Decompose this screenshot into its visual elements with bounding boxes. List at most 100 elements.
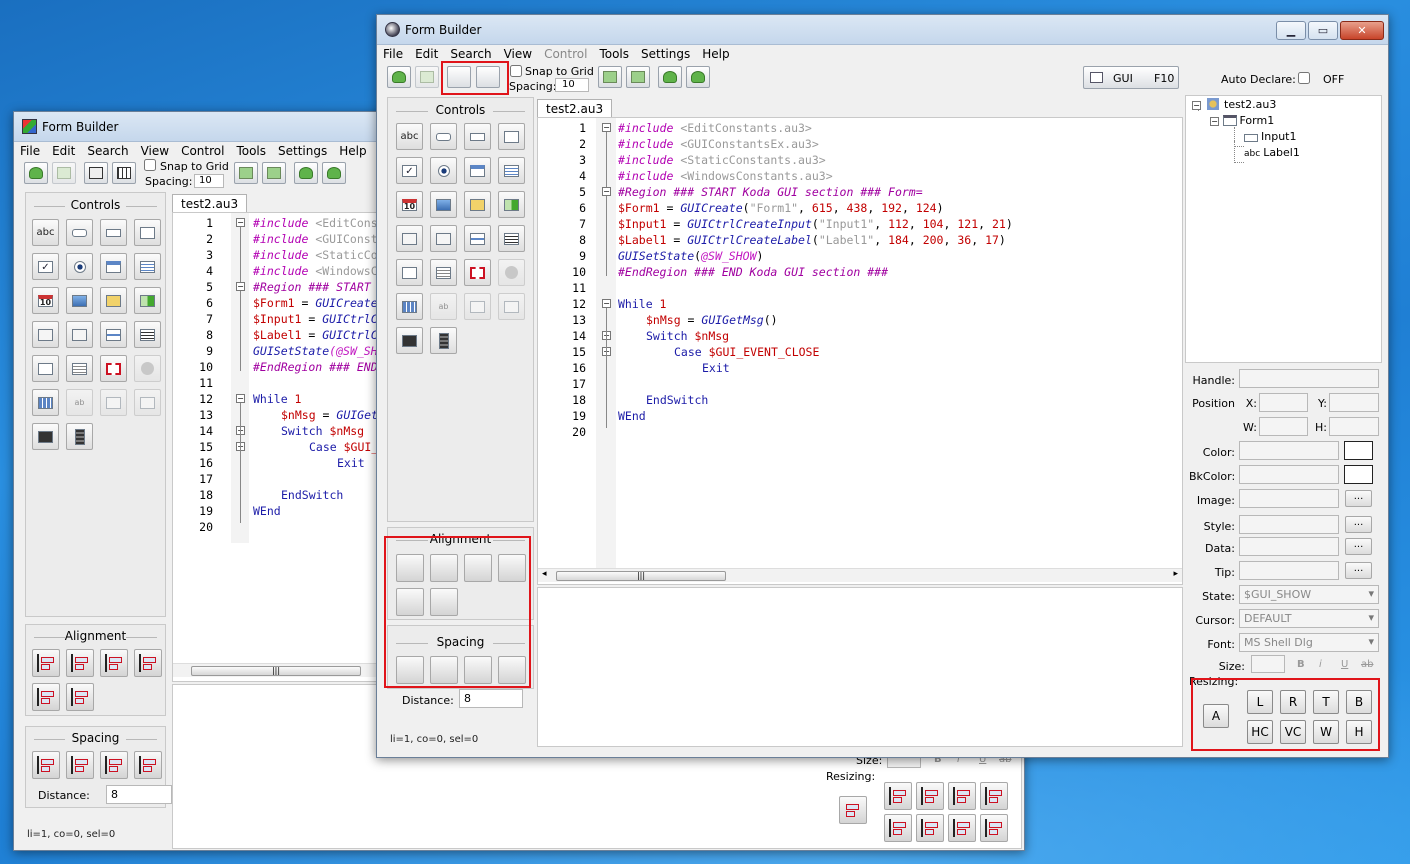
radio-control-button[interactable] — [430, 157, 457, 184]
disabled-control-button-1[interactable] — [464, 293, 491, 320]
hscroll-thumb[interactable]: ||| — [556, 571, 726, 581]
fold-toggle[interactable]: − — [602, 187, 611, 196]
back-resize-h-button[interactable] — [980, 814, 1008, 842]
list-control-button[interactable] — [498, 157, 525, 184]
y-field[interactable] — [1329, 393, 1379, 412]
back-pic-control[interactable] — [66, 287, 93, 314]
back-input-control[interactable] — [100, 219, 127, 246]
graphic-control-button[interactable] — [396, 327, 423, 354]
back-menu-search[interactable]: Search — [81, 142, 134, 160]
back-editor-tab[interactable]: test2.au3 — [172, 194, 248, 213]
back-resize-vc-button[interactable] — [916, 814, 944, 842]
redo-button[interactable] — [686, 66, 710, 88]
new-form-button[interactable] — [387, 66, 411, 88]
menu-control[interactable]: Control — [538, 45, 593, 63]
menu-help[interactable]: Help — [696, 45, 735, 63]
spacing-input[interactable]: 10 — [555, 78, 589, 92]
back-undo-button[interactable] — [294, 162, 318, 184]
updown-control-button[interactable] — [430, 225, 457, 252]
back-align-right-button[interactable] — [66, 649, 94, 677]
ab-control-button[interactable]: ab — [430, 293, 457, 320]
bkcolor-field[interactable] — [1239, 465, 1339, 484]
back-slider-control[interactable] — [100, 321, 127, 348]
color-swatch[interactable] — [1344, 441, 1373, 460]
back-dot-control[interactable] — [134, 355, 161, 382]
font-select[interactable]: MS Shell Dlg — [1239, 633, 1379, 652]
back-ab-control[interactable]: ab — [66, 389, 93, 416]
back-treeview-control[interactable] — [134, 321, 161, 348]
back-progress-control[interactable] — [134, 287, 161, 314]
back-align-grid-button[interactable] — [234, 162, 258, 184]
back-grid-control[interactable] — [32, 389, 59, 416]
listview-control-button[interactable] — [430, 259, 457, 286]
back-align-vcenter-button[interactable] — [66, 683, 94, 711]
grid-control-button[interactable] — [396, 293, 423, 320]
menu-file[interactable]: File — [377, 45, 409, 63]
back-layout-button[interactable] — [84, 162, 108, 184]
minimize-icon[interactable]: ▁ — [1276, 21, 1306, 40]
tree-node-label[interactable]: abc Label1 — [1244, 146, 1300, 159]
auto-declare-checkbox[interactable] — [1298, 72, 1310, 84]
italic-toggle[interactable]: i — [1319, 659, 1322, 670]
bold-toggle[interactable]: B — [1297, 659, 1305, 670]
back-save-button[interactable] — [52, 162, 76, 184]
back-distance-input[interactable]: 8 — [106, 785, 172, 804]
maximize-icon[interactable]: ▭ — [1308, 21, 1338, 40]
back-grid-button[interactable] — [112, 162, 136, 184]
font-size-field[interactable] — [1251, 655, 1285, 673]
icon-control-button[interactable] — [464, 191, 491, 218]
back-resize-right-button[interactable] — [916, 782, 944, 810]
editor-hscroll[interactable]: ◂ ||| ▸ — [538, 568, 1182, 582]
cursor-select[interactable]: DEFAULT — [1239, 609, 1379, 628]
custom-control-button[interactable] — [464, 259, 491, 286]
tree-node-input[interactable]: Input1 — [1244, 130, 1296, 143]
tip-field[interactable] — [1239, 561, 1339, 580]
tree-node-form[interactable]: − Form1 — [1210, 114, 1274, 127]
back-resize-w-button[interactable] — [948, 814, 976, 842]
back-updown-control[interactable] — [66, 321, 93, 348]
back-center-button[interactable] — [262, 162, 286, 184]
back-date-control[interactable]: 10 — [32, 287, 59, 314]
back-space-eq-h-button[interactable] — [100, 751, 128, 779]
back-spacing-input[interactable]: 10 — [194, 174, 224, 188]
back-graphic-control[interactable] — [32, 423, 59, 450]
output-pane[interactable] — [537, 587, 1183, 747]
back-icon-control[interactable] — [100, 287, 127, 314]
date-control-button[interactable]: 10 — [396, 191, 423, 218]
save-button[interactable] — [415, 66, 439, 88]
back-tab-control[interactable] — [32, 321, 59, 348]
checkbox-control-button[interactable] — [396, 157, 423, 184]
combo-control-button[interactable] — [396, 259, 423, 286]
back-resize-anchor-button[interactable] — [839, 796, 867, 824]
back-checkbox-control[interactable] — [32, 253, 59, 280]
picture-control-button[interactable] — [430, 191, 457, 218]
back-avi-control[interactable] — [66, 423, 93, 450]
menu-tools[interactable]: Tools — [593, 45, 635, 63]
undo-button[interactable] — [658, 66, 682, 88]
back-menu-settings[interactable]: Settings — [272, 142, 333, 160]
back-resize-left-button[interactable] — [884, 782, 912, 810]
tip-browse-button[interactable]: ... — [1345, 562, 1372, 579]
button-control-button[interactable] — [430, 123, 457, 150]
group-control-button[interactable] — [464, 157, 491, 184]
fold-toggle[interactable]: − — [602, 299, 611, 308]
data-browse-button[interactable]: ... — [1345, 538, 1372, 555]
back-space-v-button[interactable] — [66, 751, 94, 779]
w-field[interactable] — [1259, 417, 1308, 436]
back-edit-control[interactable] — [134, 219, 161, 246]
back-redo-button[interactable] — [322, 162, 346, 184]
back-disabled-control-2[interactable] — [134, 389, 161, 416]
back-align-bottom-button[interactable] — [134, 649, 162, 677]
fold-toggle[interactable]: − — [602, 123, 611, 132]
back-menu-edit[interactable]: Edit — [46, 142, 81, 160]
back-group-control[interactable] — [100, 253, 127, 280]
state-select[interactable]: $GUI_SHOW — [1239, 585, 1379, 604]
back-menu-tools[interactable]: Tools — [230, 142, 272, 160]
back-list-control[interactable] — [134, 253, 161, 280]
strike-toggle[interactable]: ab — [1361, 659, 1373, 670]
back-custom-control[interactable] — [100, 355, 127, 382]
back-combo-control[interactable] — [32, 355, 59, 382]
edit-control-button[interactable] — [498, 123, 525, 150]
gui-preview-button[interactable]: GUI F10 — [1083, 66, 1179, 89]
back-resize-bottom-button[interactable] — [980, 782, 1008, 810]
